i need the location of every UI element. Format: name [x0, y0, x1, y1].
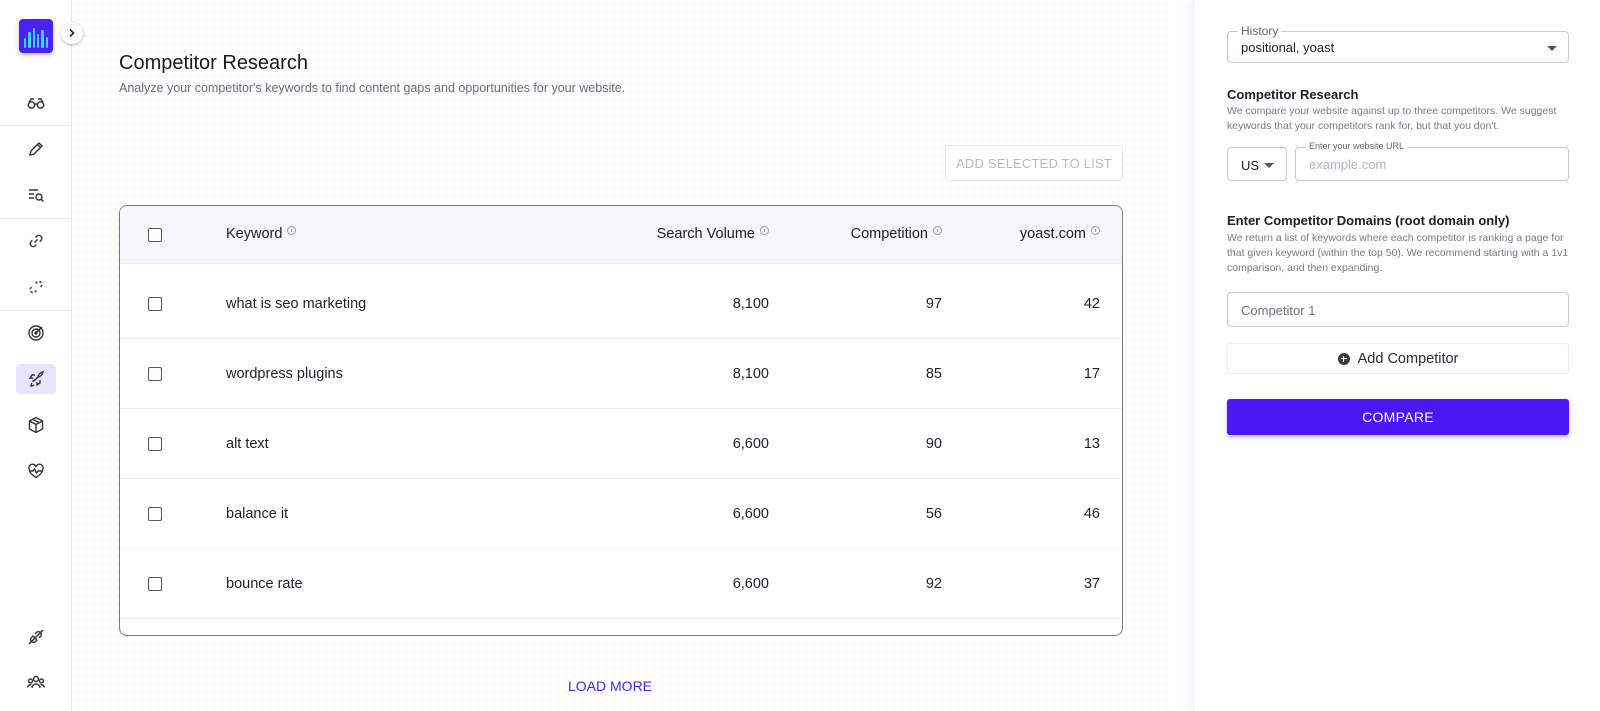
keyword-cell: alt text [226, 436, 269, 452]
keyword-cell: bounce rate [226, 576, 303, 592]
website-url-field[interactable]: Enter your website URL [1295, 141, 1569, 181]
research-title: Competitor Research [1227, 87, 1359, 102]
page-title: Competitor Research [119, 52, 308, 74]
competitor-1-input[interactable] [1241, 303, 1551, 318]
search-volume-cell: 8,100 [732, 296, 769, 312]
table-row[interactable]: wordpress plugins 8,100 85 17 [120, 339, 1122, 409]
pencil-icon[interactable] [16, 134, 56, 164]
research-description: We compare your website against up to th… [1227, 105, 1557, 132]
load-more-button[interactable]: LOAD MORE [568, 678, 652, 694]
binoculars-icon[interactable] [16, 88, 56, 118]
row-checkbox[interactable] [148, 437, 162, 451]
rank-cell: 17 [1083, 366, 1100, 382]
domains-description: We return a list of keywords where each … [1227, 232, 1569, 274]
nav-divider [0, 310, 71, 311]
search-volume-cell: 8,100 [732, 366, 769, 382]
column-header-label: Keyword [226, 226, 283, 242]
history-value: positional, yoast [1241, 40, 1335, 55]
column-header-label: yoast.com [1019, 226, 1086, 242]
keyword-cell: balance it [226, 506, 289, 522]
list-search-icon[interactable] [16, 180, 56, 210]
search-volume-cell: 6,600 [732, 576, 769, 592]
main-content: Competitor Research Analyze your competi… [74, 0, 1169, 711]
package-icon[interactable] [16, 410, 56, 440]
research-panel: History positional, yoast Competitor Res… [1193, 0, 1600, 711]
nav-divider [0, 125, 71, 126]
website-url-input[interactable] [1309, 157, 1559, 172]
compare-button[interactable]: COMPARE [1227, 399, 1569, 435]
table-row[interactable]: balance it 6,600 56 46 [120, 479, 1122, 549]
competition-cell: 56 [925, 506, 942, 522]
info-icon[interactable] [287, 225, 297, 235]
link-icon[interactable] [16, 226, 56, 256]
competitor-1-field[interactable] [1227, 292, 1569, 327]
add-competitor-button[interactable]: Add Competitor [1227, 343, 1569, 374]
rocket-icon[interactable] [16, 364, 56, 394]
url-legend: Enter your website URL [1306, 141, 1408, 151]
chevron-right-icon [69, 28, 75, 38]
plus-circle-icon [1337, 352, 1350, 365]
plug-off-icon[interactable] [16, 622, 56, 652]
row-checkbox[interactable] [148, 297, 162, 311]
competition-cell: 90 [925, 436, 942, 452]
search-volume-cell: 6,600 [732, 436, 769, 452]
page-subtitle: Analyze your competitor's keywords to fi… [119, 81, 626, 95]
broken-link-icon[interactable] [16, 272, 56, 302]
chevron-down-icon [1547, 46, 1557, 51]
competition-cell: 92 [925, 576, 942, 592]
select-all-checkbox[interactable] [148, 228, 162, 242]
row-checkbox[interactable] [148, 577, 162, 591]
column-header-competition[interactable]: Competition [850, 225, 942, 242]
rank-cell: 42 [1083, 296, 1100, 312]
domains-title: Enter Competitor Domains (root domain on… [1227, 213, 1510, 228]
info-icon[interactable] [1091, 225, 1100, 235]
rank-cell: 13 [1083, 436, 1100, 452]
expand-sidebar-button[interactable] [61, 22, 83, 44]
keywords-table: Keyword Search Volume Competition yoast.… [119, 205, 1123, 636]
add-competitor-label: Add Competitor [1357, 350, 1459, 367]
country-value: US [1241, 158, 1260, 173]
competition-cell: 97 [925, 296, 942, 312]
competition-cell: 85 [925, 366, 942, 382]
table-row[interactable]: bounce rate 6,600 92 37 [120, 549, 1122, 619]
table-row[interactable]: what is seo marketing 8,100 97 42 [120, 269, 1122, 339]
column-header-label: Search Volume [656, 226, 755, 242]
column-header-label: Competition [850, 226, 928, 242]
app-logo[interactable] [19, 19, 53, 53]
row-checkbox[interactable] [148, 367, 162, 381]
chevron-down-icon [1264, 163, 1274, 168]
row-checkbox[interactable] [148, 507, 162, 521]
target-icon[interactable] [16, 318, 56, 348]
info-icon[interactable] [760, 225, 769, 235]
table-header: Keyword Search Volume Competition yoast.… [120, 206, 1122, 264]
nav-divider [0, 218, 71, 219]
column-header-domain[interactable]: yoast.com [1019, 225, 1100, 242]
rank-cell: 37 [1083, 576, 1100, 592]
column-header-search-volume[interactable]: Search Volume [656, 225, 769, 242]
search-volume-cell: 6,600 [732, 506, 769, 522]
sidebar [0, 0, 72, 711]
table-row[interactable]: alt text 6,600 90 13 [120, 409, 1122, 479]
add-selected-to-list-button[interactable]: ADD SELECTED TO LIST [945, 145, 1123, 181]
rank-cell: 46 [1083, 506, 1100, 522]
country-select[interactable]: US [1227, 147, 1287, 181]
info-icon[interactable] [933, 225, 942, 235]
heart-pulse-icon[interactable] [16, 456, 56, 486]
team-icon[interactable] [16, 667, 56, 697]
history-select[interactable]: History positional, yoast [1227, 24, 1569, 63]
column-header-keyword[interactable]: Keyword [226, 225, 297, 242]
history-legend: History [1238, 24, 1282, 38]
keyword-cell: what is seo marketing [226, 296, 367, 312]
keyword-cell: wordpress plugins [226, 366, 343, 382]
